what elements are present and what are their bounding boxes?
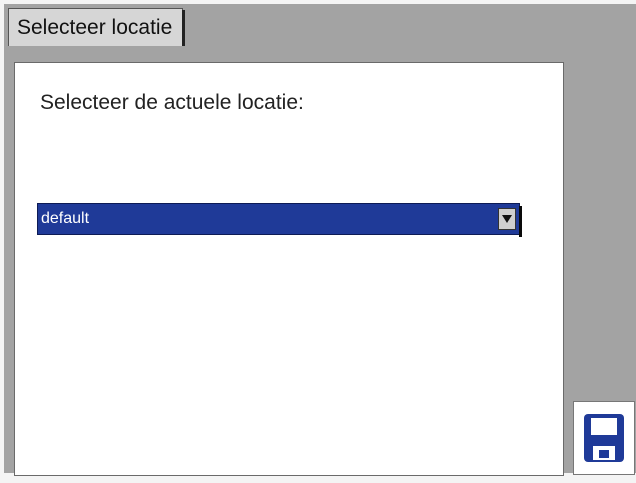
chevron-down-icon[interactable] (498, 208, 516, 230)
save-button[interactable] (573, 401, 635, 475)
location-select[interactable]: default (37, 203, 522, 237)
floppy-disk-icon (584, 414, 624, 462)
device-screen: Selecteer locatie Selecteer de actuele l… (4, 4, 636, 476)
tab-label: Selecteer locatie (17, 15, 173, 39)
tab-selecteer-locatie[interactable]: Selecteer locatie (8, 8, 186, 46)
location-panel: Selecteer de actuele locatie: default (14, 62, 564, 476)
location-prompt: Selecteer de actuele locatie: (40, 91, 304, 114)
location-select-value: default (41, 210, 90, 227)
